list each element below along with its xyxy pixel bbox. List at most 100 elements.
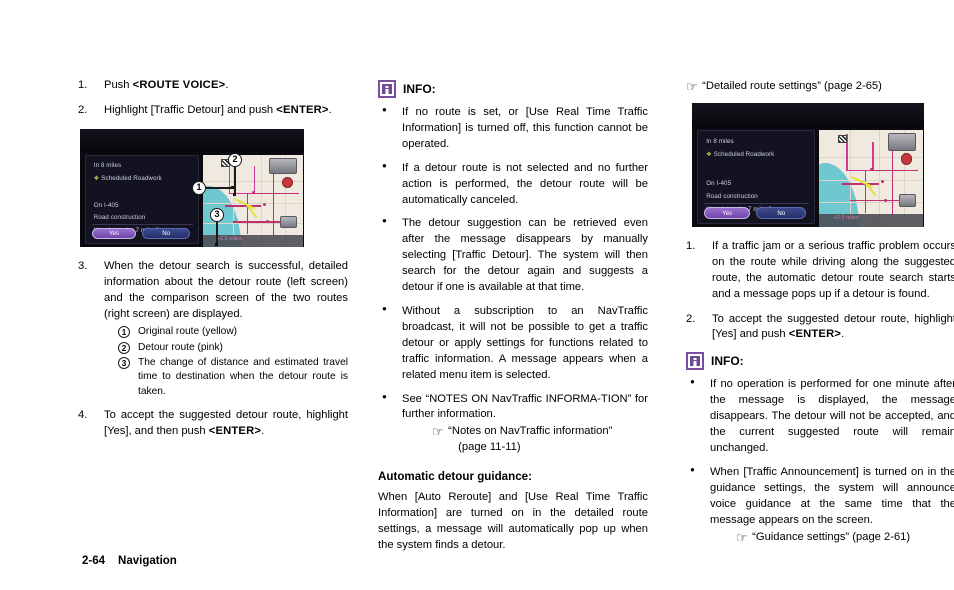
step-4-text-after: . xyxy=(261,424,265,437)
callout-1: 1 xyxy=(192,180,234,195)
circled-marker-1: 1 xyxy=(118,326,130,339)
map-bottom-bar: +2.5 miles xyxy=(202,234,303,247)
middle-bullet-list: If no route is set, or [Use Real Time Tr… xyxy=(378,104,648,457)
left-steps-list: 1. Push <ROUTE VOICE>. 2. Highlight [Traff… xyxy=(78,78,348,119)
map-incident-dot xyxy=(262,202,266,206)
map-bottom-bar: +2.5 miles xyxy=(819,214,923,227)
callout-3: 3 xyxy=(210,207,224,246)
nav-screenshot-left: Traffic Detour ↶BACK In 8 miles ❖ Schedu… xyxy=(80,128,304,247)
nav-distance-line: In 8 miles xyxy=(706,137,734,145)
page-footer: 2-64 Navigation xyxy=(82,555,177,567)
pointing-hand-icon: ☞ xyxy=(736,529,748,545)
circled-item-1: 1 Original route (yellow) xyxy=(118,325,348,339)
nav-no-button[interactable]: No xyxy=(142,228,191,240)
map-info-chip xyxy=(887,133,917,151)
automatic-detour-paragraph: When [Auto Reroute] and [Use Real Time T… xyxy=(378,491,648,551)
middle-column: INFO: If no route is set, or [Use Real T… xyxy=(378,78,648,562)
right-top-reference-text: “Detailed route settings” (page 2-65) xyxy=(702,80,882,92)
middle-bullet-5-text: See “NOTES ON NavTraffic INFORMA-TION” f… xyxy=(402,392,648,421)
map-info-chip xyxy=(268,157,297,175)
map-zoom-chip xyxy=(898,194,917,207)
middle-bullet-5: See “NOTES ON NavTraffic INFORMA-TION” f… xyxy=(378,391,648,457)
page-columns: 1. Push <ROUTE VOICE>. 2. Highlight [Traff… xyxy=(78,78,954,562)
map-detour-road xyxy=(846,169,874,172)
map-original-route xyxy=(851,175,874,188)
map-road xyxy=(246,192,249,234)
info-icon xyxy=(378,80,396,98)
info-icon xyxy=(686,352,704,371)
step-1-number: 1. xyxy=(78,79,88,91)
map-gridline xyxy=(260,154,262,247)
right-step-2-text-after: . xyxy=(841,328,845,341)
map-road xyxy=(842,183,880,185)
circled-text-3: The change of distance and estimated tra… xyxy=(138,357,348,397)
nav-info-panel: In 8 miles ❖ Scheduled Roadwork On I-405… xyxy=(84,154,200,244)
map-road xyxy=(864,169,867,214)
nav-info-panel: In 8 miles ❖ Scheduled Roadwork On I-405… xyxy=(697,130,816,224)
callout-2-ring: 2 xyxy=(228,152,242,167)
nav-event-text: Scheduled Roadwork xyxy=(713,151,775,159)
step-1: 1. Push <ROUTE VOICE>. xyxy=(78,78,348,94)
step-3: 3. When the detour search is successful, … xyxy=(78,259,348,399)
nav-yes-button[interactable]: Yes xyxy=(91,228,137,240)
middle-bullet-4: Without a subscription to an NavTraffic … xyxy=(378,303,648,384)
info-icon-stem xyxy=(385,89,389,96)
middle-bullet-2: If a detour route is not selected and no… xyxy=(378,160,648,209)
right-bottom-reference: ☞ “Guidance settings” (page 2-61) xyxy=(710,530,954,546)
step-4-number: 4. xyxy=(78,408,88,421)
step-1-keyword: <ROUTE VOICE> xyxy=(132,79,226,91)
right-step-2: 2. To accept the suggested detour route, … xyxy=(686,312,954,344)
map-road xyxy=(253,192,299,195)
right-bullet-2-text: When [Traffic Announcement] is turned on… xyxy=(710,465,954,526)
event-marker-icon: ❖ xyxy=(93,174,100,182)
automatic-detour-subhead: Automatic detour guidance: xyxy=(378,470,532,484)
right-top-reference: ☞ “Detailed route settings” (page 2-65) xyxy=(686,79,954,95)
circled-marker-2: 2 xyxy=(118,341,130,354)
callout-2-endpoint xyxy=(232,192,236,196)
right-step-2-number: 2. xyxy=(686,312,696,325)
nav-distance-line: In 8 miles xyxy=(93,161,122,169)
step-4: 4. To accept the suggested detour route, … xyxy=(78,408,348,440)
step-2: 2. Highlight [Traffic Detour] and push <E… xyxy=(78,103,348,119)
callout-2-leader xyxy=(234,166,236,194)
nav-road-line: On I-405 xyxy=(706,179,732,187)
right-column: ☞ “Detailed route settings” (page 2-65) … xyxy=(686,78,954,562)
right-steps-list: 1. If a traffic jam or a serious traffic … xyxy=(686,239,954,343)
nav-panel-divider xyxy=(703,202,809,204)
map-road xyxy=(872,169,919,172)
map-alert-icon xyxy=(281,176,293,188)
map-zoom-chip xyxy=(279,215,297,228)
info-label-middle: INFO: xyxy=(403,82,436,96)
pointing-hand-icon: ☞ xyxy=(432,424,444,440)
circled-items-list: 1 Original route (yellow) 2 Detour route (… xyxy=(104,325,348,398)
step-2-text-after: . xyxy=(328,103,332,116)
nav-event-line: ❖ Scheduled Roadwork xyxy=(706,151,774,158)
map-detour-road xyxy=(253,165,256,194)
callout-1-ring: 1 xyxy=(192,180,206,195)
callout-3-ring: 3 xyxy=(210,207,224,222)
nav-yes-button[interactable]: Yes xyxy=(703,207,751,220)
right-bullet-list: If no operation is performed for one min… xyxy=(686,376,954,546)
map-bottom-label: +2.5 miles xyxy=(833,215,859,222)
middle-reference-line2: (page 11-11) xyxy=(458,441,521,454)
step-2-text-before: Highlight [Traffic Detour] and push xyxy=(104,103,277,116)
right-bullet-2: When [Traffic Announcement] is turned on… xyxy=(686,464,954,546)
step-3-text: When the detour search is successful, de… xyxy=(104,259,348,320)
nav-map-area[interactable]: +2.5 miles xyxy=(819,130,923,227)
circled-text-1: Original route (yellow) xyxy=(138,326,238,338)
right-bottom-reference-text: “Guidance settings” (page 2-61) xyxy=(752,530,911,543)
middle-bullet-3: The detour suggestion can be retrieved e… xyxy=(378,215,648,296)
callout-3-endpoint xyxy=(214,242,218,246)
right-step-1-number: 1. xyxy=(686,239,696,252)
callout-2: 2 xyxy=(228,152,242,196)
middle-reference: ☞ “Notes on NavTraffic information” (pag… xyxy=(402,424,648,456)
nav-road-line: On I-405 xyxy=(93,201,119,209)
map-road xyxy=(850,199,905,202)
map-road xyxy=(891,147,894,216)
map-detour-road xyxy=(872,141,874,171)
nav-event-line: ❖ Scheduled Roadwork xyxy=(94,175,162,182)
map-incident-dot xyxy=(869,167,873,171)
nav-no-button[interactable]: No xyxy=(756,207,807,220)
nav-map-area[interactable]: +2.5 miles xyxy=(202,154,303,247)
info-header-middle: INFO: xyxy=(378,80,648,98)
